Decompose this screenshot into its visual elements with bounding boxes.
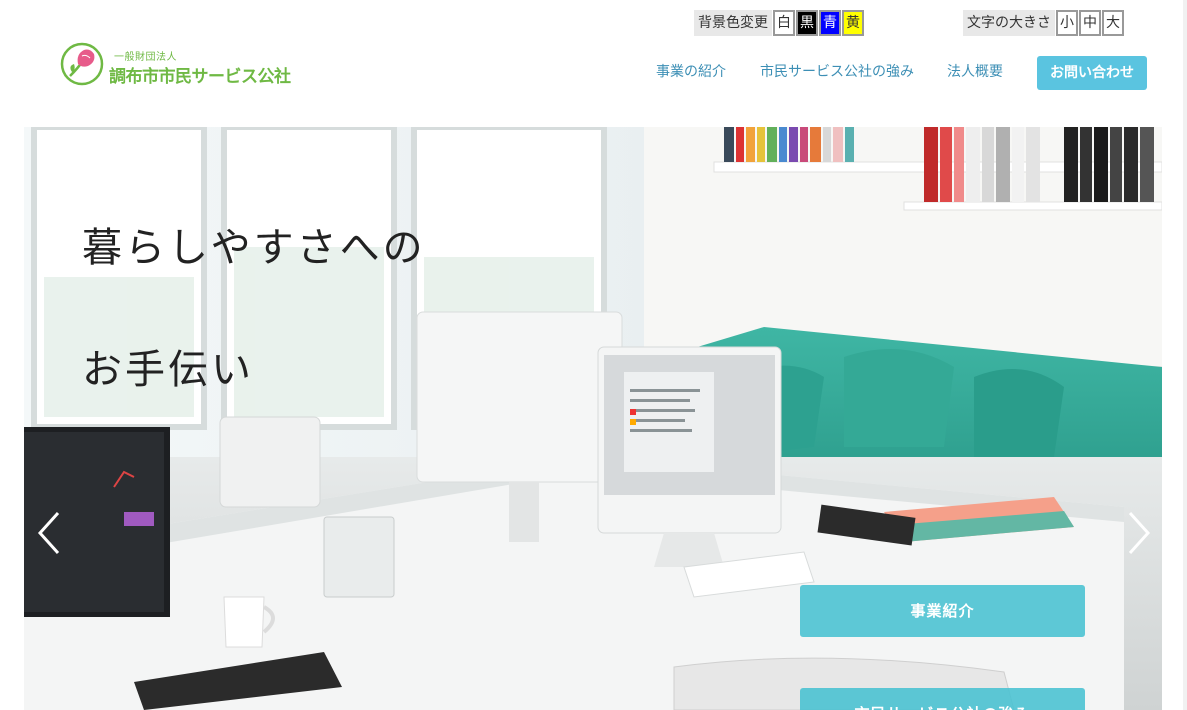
hero-slider: 暮らしやすさへの お手伝い 事業紹介 市民サービス公社の強み (24, 127, 1162, 710)
nav-link-about[interactable]: 法人概要 (947, 61, 1003, 81)
contact-button[interactable]: お問い合わせ (1037, 56, 1147, 90)
hero-heading-line-2: お手伝い (82, 347, 254, 393)
font-size-label: 文字の大きさ (963, 10, 1055, 36)
font-large-button[interactable]: 大 (1102, 10, 1124, 36)
bg-blue-button[interactable]: 青 (819, 10, 841, 36)
bg-black-button[interactable]: 黒 (796, 10, 818, 36)
logo-subtitle: 一般財団法人 (114, 52, 177, 63)
font-small-button[interactable]: 小 (1056, 10, 1078, 36)
site-logo[interactable]: 一般財団法人 調布市市民サービス公社 (60, 42, 300, 90)
font-size-switcher: 文字の大きさ 小 中 大 (963, 10, 1124, 36)
nav-link-services[interactable]: 事業の紹介 (656, 61, 726, 81)
strengths-cta-button[interactable]: 市民サービス公社の強み (800, 688, 1085, 710)
chevron-left-icon[interactable] (34, 510, 64, 556)
background-color-switcher: 背景色変更 白 黒 青 黄 (694, 10, 864, 36)
page-scrollbar[interactable] (1183, 0, 1187, 710)
font-medium-button[interactable]: 中 (1079, 10, 1101, 36)
logo-name: 調布市市民サービス公社 (109, 67, 291, 87)
bg-yellow-button[interactable]: 黄 (842, 10, 864, 36)
bg-white-button[interactable]: 白 (773, 10, 795, 36)
chevron-right-icon[interactable] (1124, 510, 1154, 556)
nav-link-strengths[interactable]: 市民サービス公社の強み (760, 61, 914, 81)
hero-heading-line-1: 暮らしやすさへの (82, 225, 426, 271)
background-color-label: 背景色変更 (694, 10, 772, 36)
carnation-flower-icon (60, 42, 104, 86)
services-cta-button[interactable]: 事業紹介 (800, 585, 1085, 637)
